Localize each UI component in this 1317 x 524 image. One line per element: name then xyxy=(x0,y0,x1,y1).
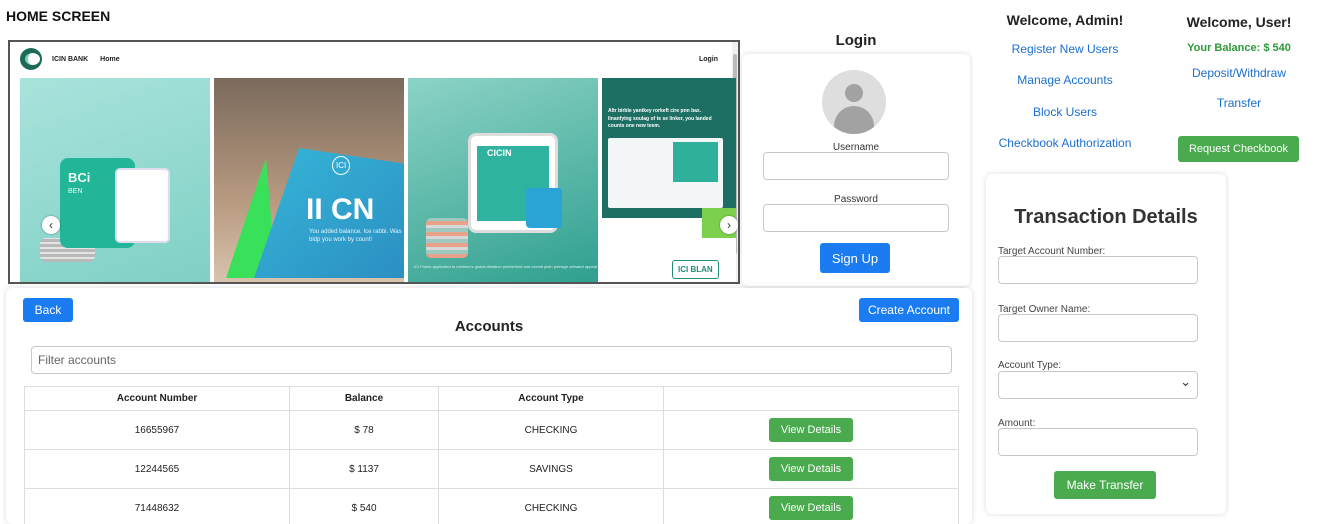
slide-card-title: BCi xyxy=(68,170,91,185)
account-type-cell: CHECKING xyxy=(438,410,664,450)
slide-headline: Altr birble yantkey rorkeft cire pnn bax… xyxy=(608,108,712,129)
user-menu: Welcome, User! Your Balance: $ 540 Depos… xyxy=(1176,14,1302,110)
transaction-title: Transaction Details xyxy=(1014,206,1198,228)
actions-cell: View Details xyxy=(663,410,959,450)
nav-home-link[interactable]: Home xyxy=(100,56,119,63)
slide-small-text: You added balance. Ice rabbi. Was bldp y… xyxy=(309,229,402,244)
tablet-label: CICIN xyxy=(487,148,512,158)
account-number-cell: 16655967 xyxy=(24,410,290,450)
brand-name[interactable]: ICIN BANK xyxy=(52,56,88,63)
bucket-image xyxy=(526,188,562,228)
user-balance: Your Balance: $ 540 xyxy=(1187,42,1291,54)
carousel-next-icon[interactable]: › xyxy=(720,216,738,234)
actions-cell: View Details xyxy=(663,488,959,524)
filter-accounts-input[interactable]: Filter accounts xyxy=(31,346,952,374)
view-details-button[interactable]: View Details xyxy=(769,457,853,481)
carousel-slide: ICI II CN You added balance. Ice rabbi. … xyxy=(214,78,404,282)
column-header-account-type: Account Type xyxy=(438,386,664,411)
home-screen-window: ICIN BANK Home Login BCi BEN ICI II CN Y… xyxy=(8,40,740,284)
accounts-table: Account Number Balance Account Type 1665… xyxy=(24,386,959,524)
account-number-cell: 12244565 xyxy=(24,449,290,489)
checkbook-authorization-link[interactable]: Checkbook Authorization xyxy=(980,136,1150,150)
carousel-slide: Altr birble yantkey rorkeft cire pnn bax… xyxy=(602,78,736,282)
accounts-title: Accounts xyxy=(454,318,524,335)
page-label: HOME SCREEN xyxy=(6,8,111,24)
bank-logo-icon[interactable] xyxy=(20,48,42,70)
slide-title: II CN xyxy=(306,193,375,226)
view-details-button[interactable]: View Details xyxy=(769,496,853,520)
avatar-body xyxy=(834,106,874,134)
navbar: ICIN BANK Home Login xyxy=(10,42,738,76)
balance-cell: $ 1137 xyxy=(289,449,439,489)
target-account-input[interactable] xyxy=(998,256,1198,284)
slide-caption: ICI Points applicated to member's global… xyxy=(414,264,597,269)
image-carousel: BCi BEN ICI II CN You added balance. Ice… xyxy=(20,78,738,282)
amount-input[interactable] xyxy=(998,428,1198,456)
carousel-prev-icon[interactable]: ‹ xyxy=(42,216,60,234)
table-row: 12244565 $ 1137 SAVINGS View Details xyxy=(24,449,959,489)
slide-card-subtitle: BEN xyxy=(68,188,83,195)
login-title: Login xyxy=(835,32,877,49)
user-welcome-heading: Welcome, User! xyxy=(1186,14,1292,30)
balance-cell: $ 540 xyxy=(289,488,439,524)
make-transfer-button[interactable]: Make Transfer xyxy=(1054,471,1156,499)
phone-image xyxy=(115,168,170,243)
accounts-panel: Back Create Account Accounts Filter acco… xyxy=(6,288,972,524)
avatar-head xyxy=(845,84,863,102)
account-type-cell: CHECKING xyxy=(438,488,664,524)
block-users-link[interactable]: Block Users xyxy=(980,105,1150,119)
manage-accounts-link[interactable]: Manage Accounts xyxy=(980,73,1150,87)
column-header-account-number: Account Number xyxy=(24,386,290,411)
deposit-withdraw-link[interactable]: Deposit/Withdraw xyxy=(1176,66,1302,80)
account-number-cell: 71448632 xyxy=(24,488,290,524)
actions-cell: View Details xyxy=(663,449,959,489)
account-type-label: Account Type: xyxy=(998,360,1062,371)
username-input[interactable] xyxy=(763,152,949,180)
transfer-link[interactable]: Transfer xyxy=(1176,96,1302,110)
carousel-slide: CICIN ICI Points applicated to member's … xyxy=(408,78,598,282)
balance-cell: $ 78 xyxy=(289,410,439,450)
dashboard-image xyxy=(608,138,723,208)
admin-menu: Welcome, Admin! Register New Users Manag… xyxy=(980,12,1150,150)
coins-image xyxy=(426,218,468,258)
carousel-slide: BCi BEN xyxy=(20,78,210,282)
avatar-icon xyxy=(822,70,886,134)
register-users-link[interactable]: Register New Users xyxy=(980,42,1150,56)
account-type-select[interactable] xyxy=(998,371,1198,399)
login-card: Username Password Sign Up xyxy=(742,54,970,286)
column-header-balance: Balance xyxy=(289,386,439,411)
table-row: 16655967 $ 78 CHECKING View Details xyxy=(24,410,959,450)
nav-login-link[interactable]: Login xyxy=(699,56,718,63)
view-details-button[interactable]: View Details xyxy=(769,418,853,442)
transaction-details-card: Transaction Details Target Account Numbe… xyxy=(986,174,1226,514)
table-row: 71448632 $ 540 CHECKING View Details xyxy=(24,488,959,524)
column-header-actions xyxy=(663,386,959,411)
admin-welcome-heading: Welcome, Admin! xyxy=(1006,12,1124,28)
sign-up-button[interactable]: Sign Up xyxy=(820,243,890,273)
request-checkbook-button[interactable]: Request Checkbook xyxy=(1178,136,1299,162)
target-owner-input[interactable] xyxy=(998,314,1198,342)
slide-badge: ICI BLAN xyxy=(672,260,719,279)
password-input[interactable] xyxy=(763,204,949,232)
account-type-cell: SAVINGS xyxy=(438,449,664,489)
